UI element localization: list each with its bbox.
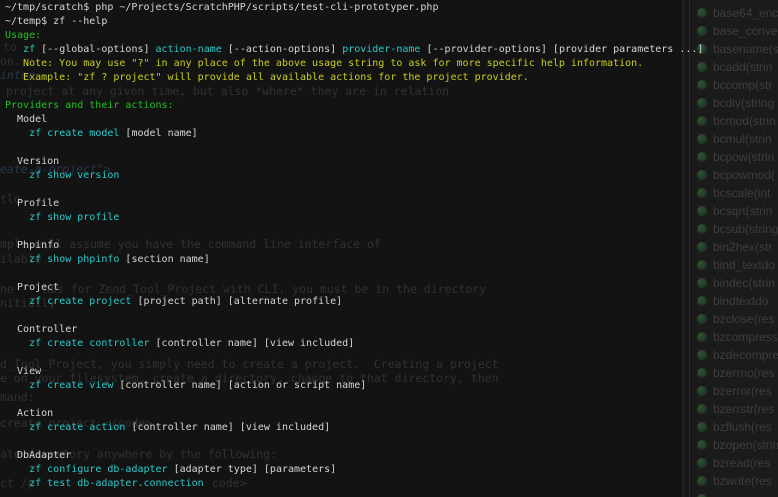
terminal-text-segment: zf create model	[29, 128, 119, 139]
terminal-line	[5, 267, 703, 281]
terminal-text-segment: Version	[5, 156, 59, 167]
terminal-text-segment: provider-name	[342, 44, 420, 55]
terminal-text-segment: Project	[5, 282, 59, 293]
terminal-text-segment: [--provider-options] [provider parameter…	[420, 44, 703, 55]
terminal-output: ~/tmp/scratch$ php ~/Projects/ScratchPHP…	[5, 1, 703, 491]
terminal-line	[5, 393, 703, 407]
terminal-text-segment: ~/temp$ zf --help	[5, 16, 107, 27]
terminal-text-segment: Model	[5, 114, 47, 125]
terminal-line	[5, 141, 703, 155]
terminal-text-segment	[5, 128, 29, 139]
terminal-line: zf show phpinfo [section name]	[5, 253, 703, 267]
terminal-text-segment: [adapter type] [parameters]	[168, 464, 337, 475]
terminal-line	[5, 183, 703, 197]
terminal-line: Providers and their actions:	[5, 99, 703, 113]
terminal-line: Phpinfo	[5, 239, 703, 253]
terminal-text-segment: Note: You may use "?" in any place of th…	[5, 58, 643, 69]
terminal-text-segment: [project path] [alternate profile]	[131, 296, 342, 307]
terminal-text-segment	[5, 212, 29, 223]
terminal-text-segment	[5, 338, 29, 349]
terminal-text-segment: View	[5, 366, 41, 377]
terminal-text-segment	[5, 478, 29, 489]
terminal-text-segment: Example: "zf ? project" will provide all…	[5, 72, 529, 83]
terminal-text-segment: [model name]	[119, 128, 197, 139]
terminal-line: zf create action [controller name] [view…	[5, 421, 703, 435]
terminal-line: Usage:	[5, 29, 703, 43]
terminal-text-segment	[5, 422, 29, 433]
terminal-text-segment: [section name]	[119, 254, 209, 265]
terminal-line: zf test db-adapter.connection	[5, 477, 703, 491]
terminal-line: Model	[5, 113, 703, 127]
terminal-line: Note: You may use "?" in any place of th…	[5, 57, 703, 71]
terminal-text-segment: zf show phpinfo	[29, 254, 119, 265]
terminal-text-segment: action-name	[156, 44, 222, 55]
terminal-line	[5, 435, 703, 449]
terminal-text-segment: [--action-options]	[222, 44, 342, 55]
terminal-line	[5, 225, 703, 239]
terminal-text-segment: zf configure db-adapter	[29, 464, 167, 475]
screen: base64_encbase_convebasename(sbcadd(stri…	[0, 0, 778, 497]
terminal-text-segment	[5, 380, 29, 391]
terminal-line: zf show version	[5, 169, 703, 183]
terminal-text-segment: Phpinfo	[5, 240, 59, 251]
terminal-line: DbAdapter	[5, 449, 703, 463]
terminal-line	[5, 351, 703, 365]
terminal-text-segment: Usage:	[5, 30, 41, 41]
terminal-line	[5, 85, 703, 99]
terminal-text-segment: zf test db-adapter.connection	[29, 478, 204, 489]
terminal-text-segment	[5, 464, 29, 475]
terminal-text-segment: [--global-options]	[35, 44, 155, 55]
terminal-line	[5, 309, 703, 323]
terminal-text-segment: zf create controller	[29, 338, 149, 349]
terminal-text-segment: zf	[23, 44, 35, 55]
terminal-text-segment: zf create action	[29, 422, 125, 433]
terminal-line: ~/temp$ zf --help	[5, 15, 703, 29]
terminal-text-segment: zf create view	[29, 380, 113, 391]
terminal-text-segment: Providers and their actions:	[5, 100, 174, 111]
terminal-line: zf show profile	[5, 211, 703, 225]
terminal-line: Project	[5, 281, 703, 295]
terminal-text-segment	[5, 170, 29, 181]
terminal-text-segment: Action	[5, 408, 53, 419]
terminal-line: Version	[5, 155, 703, 169]
terminal-line: zf create model [model name]	[5, 127, 703, 141]
terminal-line: Action	[5, 407, 703, 421]
terminal-text-segment: Controller	[5, 324, 77, 335]
terminal-text-segment	[5, 44, 23, 55]
terminal-text-segment: [controller name] [view included]	[125, 422, 330, 433]
terminal-text-segment	[5, 296, 29, 307]
terminal-line: View	[5, 365, 703, 379]
terminal-line: zf create project [project path] [altern…	[5, 295, 703, 309]
terminal-text-segment: Profile	[5, 198, 59, 209]
terminal-text-segment: zf show version	[29, 170, 119, 181]
terminal-text-segment: zf create project	[29, 296, 131, 307]
terminal-line: ~/tmp/scratch$ php ~/Projects/ScratchPHP…	[5, 1, 703, 15]
terminal-text-segment: DbAdapter	[5, 450, 71, 461]
terminal-line: Profile	[5, 197, 703, 211]
terminal-text-segment: zf show profile	[29, 212, 119, 223]
terminal-line: zf [--global-options] action-name [--act…	[5, 43, 703, 57]
terminal-text-segment	[5, 254, 29, 265]
terminal-line: zf create controller [controller name] […	[5, 337, 703, 351]
terminal-line: zf create view [controller name] [action…	[5, 379, 703, 393]
terminal-line: zf configure db-adapter [adapter type] […	[5, 463, 703, 477]
terminal-line: Controller	[5, 323, 703, 337]
terminal-text-segment: ~/tmp/scratch$ php ~/Projects/ScratchPHP…	[5, 2, 438, 13]
terminal-line: Example: "zf ? project" will provide all…	[5, 71, 703, 85]
terminal-text-segment: [controller name] [action or script name…	[113, 380, 366, 391]
terminal-text-segment: [controller name] [view included]	[150, 338, 355, 349]
